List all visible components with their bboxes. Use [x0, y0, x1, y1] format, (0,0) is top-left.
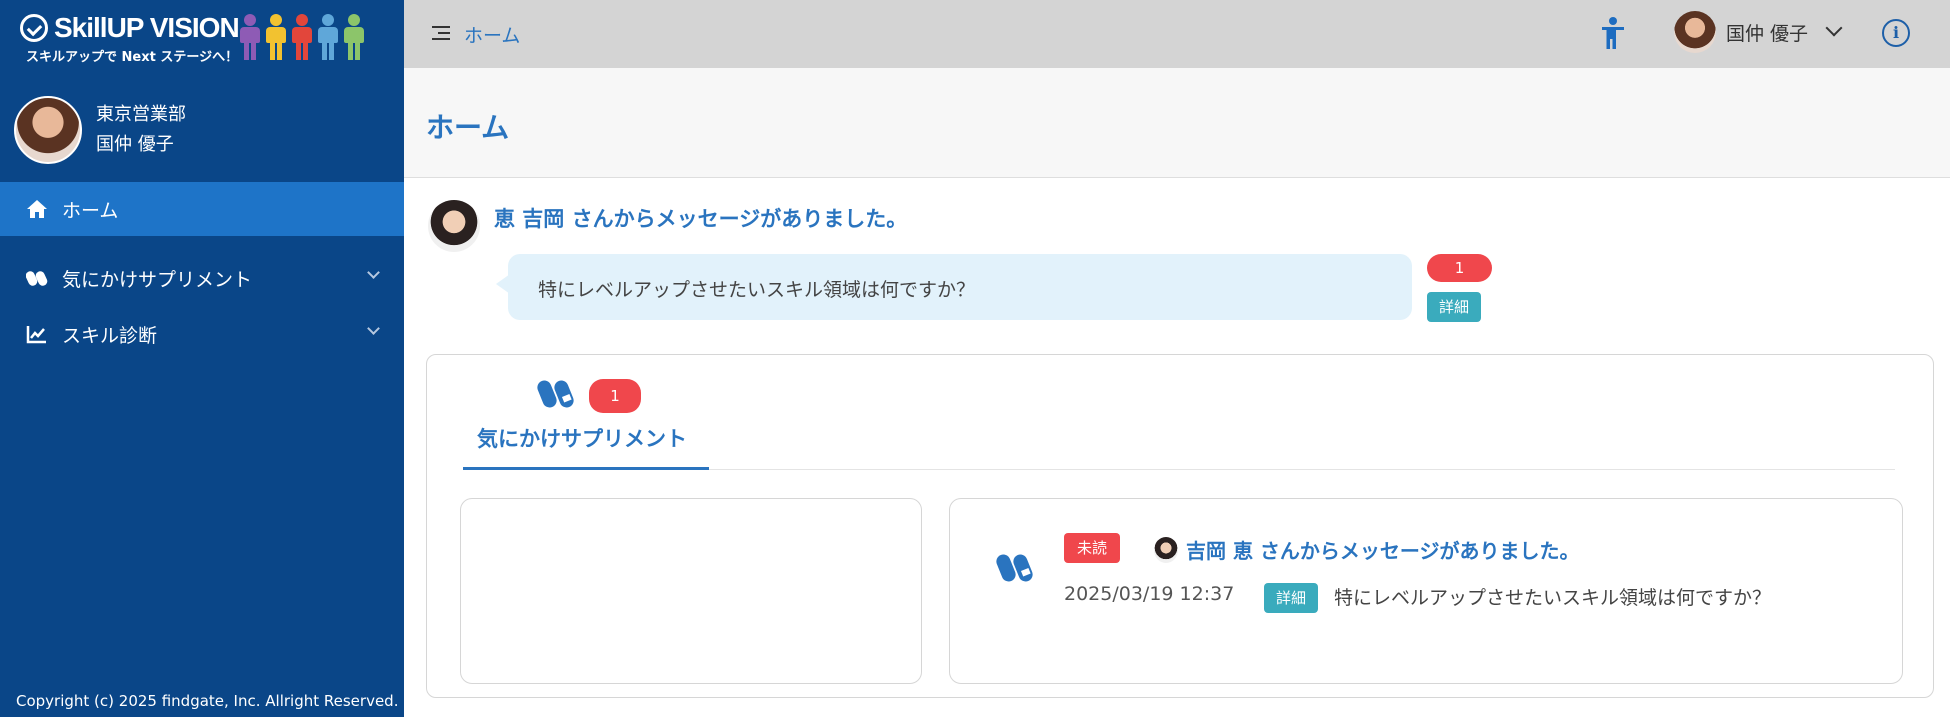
breadcrumb-home[interactable]: ホーム: [464, 21, 520, 48]
copyright: Copyright (c) 2025 findgate, Inc. Allrig…: [16, 692, 399, 710]
chevron-down-icon[interactable]: [1825, 19, 1843, 37]
supplement-message-title[interactable]: 吉岡 恵 さんからメッセージがありました。: [1186, 535, 1580, 564]
people-illustration-icon: [238, 14, 366, 60]
page-title: ホーム: [426, 111, 510, 144]
top-bar: ホーム 国仲 優子 i: [404, 0, 1950, 68]
tab-supplement[interactable]: 気にかけサプリメント: [477, 423, 687, 453]
accessibility-icon[interactable]: [1600, 16, 1626, 50]
avatar: [14, 96, 82, 164]
supplement-message-text: 特にレベルアップさせたいスキル領域は何ですか？: [1334, 587, 1772, 609]
profile-name: 国仲 優子: [96, 134, 174, 155]
tab-count-badge: 1: [589, 379, 641, 413]
brand-name: SkillUP VISION: [54, 12, 240, 43]
message-count-badge: 1: [1427, 254, 1492, 282]
sidebar-item-label: スキル診断: [62, 324, 158, 347]
message-detail-button[interactable]: 詳細: [1427, 292, 1481, 322]
message-text: 特にレベルアップさせたいスキル領域は何ですか？: [538, 279, 976, 301]
chevron-down-icon: [367, 322, 380, 335]
sidebar-profile: 東京営業部 国仲 優子: [14, 96, 186, 164]
sidebar-item-supplement[interactable]: 気にかけサプリメント: [0, 258, 404, 298]
brand-tagline: スキルアップで Next ステージへ！: [26, 50, 239, 65]
logo-check-icon: [20, 14, 48, 42]
info-icon[interactable]: i: [1882, 19, 1910, 47]
supplement-message-item[interactable]: 未読 吉岡 恵 さんからメッセージがありました。 2025/03/19 12:3…: [949, 498, 1903, 684]
sidebar-item-label: ホーム: [62, 199, 119, 222]
user-avatar[interactable]: [1674, 11, 1716, 53]
message-title: 恵 吉岡 さんからメッセージがありました。: [494, 207, 908, 231]
chevron-down-icon: [367, 266, 380, 279]
page-header: ホーム: [404, 68, 1950, 178]
sidebar: SkillUP VISION スキルアップで Next ステージへ！ 東京営業部…: [0, 0, 404, 717]
message-bubble: 特にレベルアップさせたいスキル領域は何ですか？: [496, 254, 1412, 320]
home-icon: [27, 200, 47, 218]
tab-active-indicator: [463, 467, 709, 470]
pills-icon: [537, 380, 574, 408]
department-label: 東京営業部: [96, 104, 186, 125]
unread-badge: 未読: [1064, 533, 1120, 563]
pills-icon: [26, 271, 48, 286]
menu-toggle-icon[interactable]: [432, 25, 450, 41]
sidebar-item-label: 気にかけサプリメント: [62, 268, 253, 291]
detail-button[interactable]: 詳細: [1264, 583, 1318, 613]
sidebar-item-home[interactable]: ホーム: [0, 182, 404, 236]
message-timestamp: 2025/03/19 12:37: [1064, 583, 1235, 605]
sender-avatar: [428, 200, 480, 252]
chart-icon: [26, 326, 46, 344]
brand-logo[interactable]: SkillUP VISION スキルアップで Next ステージへ！: [20, 12, 390, 70]
sidebar-item-skill-diagnosis[interactable]: スキル診断: [0, 314, 404, 354]
empty-panel: [460, 498, 922, 684]
user-menu-name[interactable]: 国仲 優子: [1726, 19, 1808, 46]
pills-icon: [996, 554, 1033, 582]
sender-avatar: [1154, 537, 1178, 563]
supplement-card: 1 気にかけサプリメント 未読 吉岡 恵 さんからメッセージがありました。 20…: [426, 354, 1934, 698]
